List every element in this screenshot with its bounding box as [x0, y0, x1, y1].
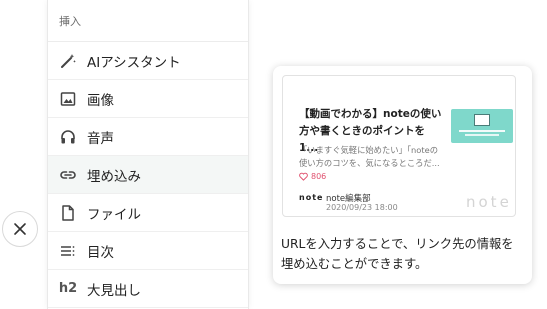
- menu-header: 挿入: [48, 0, 248, 42]
- close-button[interactable]: [2, 211, 38, 247]
- link-icon: [59, 166, 77, 184]
- menu-item-embed[interactable]: 埋め込み: [48, 156, 248, 194]
- preview-description: URLを入力することで、リンク先の情報を埋め込むことができます。: [281, 237, 514, 271]
- menu-item-heading-large[interactable]: h2 大見出し: [48, 270, 248, 308]
- h2-icon: h2: [58, 281, 78, 296]
- note-logo-small: note: [299, 193, 324, 202]
- card-thumbnail: [451, 109, 513, 143]
- toc-icon: [59, 242, 77, 260]
- menu-item-label: 画像: [87, 92, 114, 109]
- menu-item-label: 音声: [87, 130, 114, 147]
- menu-item-file[interactable]: ファイル: [48, 194, 248, 232]
- menu-item-toc[interactable]: 目次: [48, 232, 248, 270]
- thumbnail-text-line: [465, 134, 499, 136]
- card-date: 2020/09/23 18:00: [326, 203, 398, 212]
- menu-item-ai-assistant[interactable]: AIアシスタント: [48, 42, 248, 80]
- menu-item-label: 目次: [87, 244, 114, 261]
- thumbnail-text-line: [459, 130, 505, 132]
- menu-item-image[interactable]: 画像: [48, 80, 248, 118]
- embed-card: 【動画でわかる】noteの使い方や書くときのポイントを1... 「いますぐ気軽に…: [282, 75, 516, 217]
- menu-item-label: AIアシスタント: [87, 54, 181, 71]
- menu-item-label: ファイル: [87, 206, 141, 223]
- magic-wand-icon: [59, 52, 77, 70]
- menu-item-audio[interactable]: 音声: [48, 118, 248, 156]
- card-likes: 806: [299, 172, 326, 181]
- likes-count: 806: [311, 172, 327, 181]
- card-excerpt: 「いますぐ気軽に始めたい」「noteの使い方のコツを、気になるところだ...: [299, 145, 440, 168]
- headphones-icon: [59, 128, 77, 146]
- embed-preview-tooltip: 【動画でわかる】noteの使い方や書くときのポイントを1... 「いますぐ気軽に…: [273, 66, 532, 284]
- image-icon: [59, 90, 77, 108]
- menu-item-label: 埋め込み: [87, 168, 141, 185]
- insert-menu: 挿入 AIアシスタント 画像 音声 埋め込み ファイル 目次 h2 大見出し: [47, 0, 249, 309]
- file-icon: [59, 204, 77, 222]
- heart-icon: [299, 172, 308, 181]
- close-icon: [14, 223, 26, 235]
- monitor-icon: [474, 114, 490, 126]
- note-logo: note: [466, 193, 512, 211]
- menu-item-label: 大見出し: [87, 282, 141, 299]
